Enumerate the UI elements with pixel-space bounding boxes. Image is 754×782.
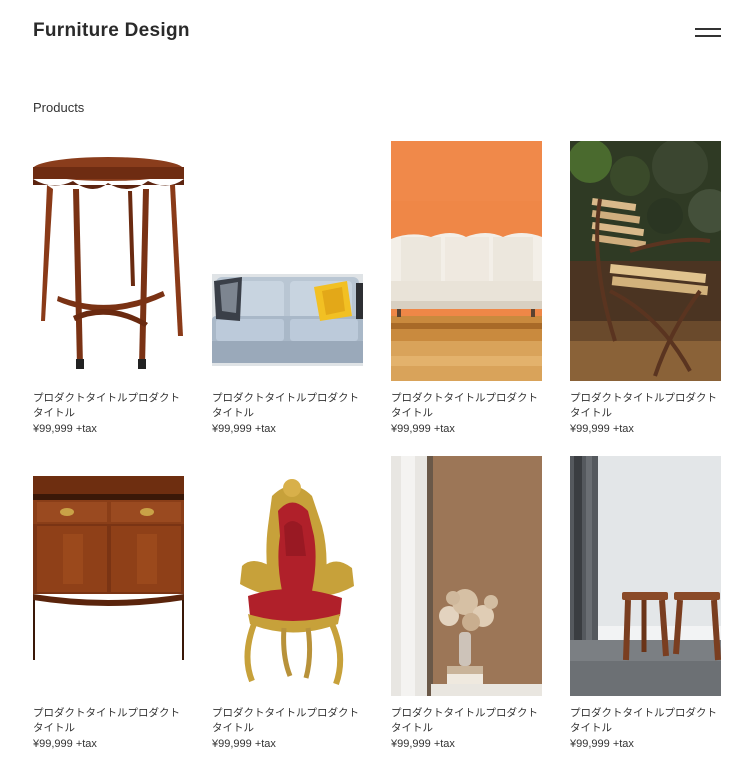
product-card[interactable]: プロダクトタイトルプロダクトタイトル ¥99,999 +tax (391, 141, 542, 436)
product-price: ¥99,999 +tax (212, 738, 276, 750)
product-image-wooden-side-table[interactable] (33, 141, 184, 381)
site-title[interactable]: Furniture Design (33, 20, 190, 42)
product-card[interactable]: プロダクトタイトルプロダクトタイトル ¥99,999 +tax (570, 141, 721, 436)
product-title[interactable]: プロダクトタイトルプロダクトタイトル (391, 706, 539, 736)
product-image-dried-flowers-vase[interactable] (391, 456, 542, 696)
product-price: ¥99,999 +tax (391, 738, 455, 750)
product-price: ¥99,999 +tax (212, 423, 276, 435)
product-price: ¥99,999 +tax (33, 423, 97, 435)
product-title[interactable]: プロダクトタイトルプロダクトタイトル (570, 391, 718, 421)
product-image-white-sofa-orange-wall[interactable] (391, 141, 542, 381)
section-title: Products (33, 100, 85, 115)
product-card[interactable]: プロダクトタイトルプロダクトタイトル ¥99,999 +tax (212, 456, 363, 751)
product-card[interactable]: プロダクトタイトルプロダクトタイトル ¥99,999 +tax (570, 456, 721, 751)
product-image-wooden-stools[interactable] (570, 456, 721, 696)
product-price: ¥99,999 +tax (570, 423, 634, 435)
product-title[interactable]: プロダクトタイトルプロダクトタイトル (212, 706, 360, 736)
product-grid: プロダクトタイトルプロダクトタイトル ¥99,999 +tax プロダクトタイト… (33, 141, 721, 751)
hamburger-menu-button[interactable] (695, 26, 721, 40)
product-image-wooden-garden-chair[interactable] (570, 141, 721, 381)
product-title[interactable]: プロダクトタイトルプロダクトタイトル (570, 706, 718, 736)
product-card[interactable]: プロダクトタイトルプロダクトタイトル ¥99,999 +tax (33, 141, 184, 436)
product-title[interactable]: プロダクトタイトルプロダクトタイトル (33, 391, 181, 421)
product-image-wooden-sideboard[interactable] (33, 456, 184, 696)
product-price: ¥99,999 +tax (33, 738, 97, 750)
product-image-light-blue-sofa[interactable] (212, 141, 363, 381)
product-card[interactable]: プロダクトタイトルプロダクトタイトル ¥99,999 +tax (391, 456, 542, 751)
product-title[interactable]: プロダクトタイトルプロダクトタイトル (212, 391, 360, 421)
hamburger-icon-line-bottom (695, 35, 721, 37)
product-title[interactable]: プロダクトタイトルプロダクトタイトル (33, 706, 181, 736)
hamburger-icon-line-top (695, 28, 721, 30)
product-image-gilded-throne-chair[interactable] (212, 456, 363, 696)
product-price: ¥99,999 +tax (391, 423, 455, 435)
product-price: ¥99,999 +tax (570, 738, 634, 750)
product-card[interactable]: プロダクトタイトルプロダクトタイトル ¥99,999 +tax (33, 456, 184, 751)
product-title[interactable]: プロダクトタイトルプロダクトタイトル (391, 391, 539, 421)
product-card[interactable]: プロダクトタイトルプロダクトタイトル ¥99,999 +tax (212, 141, 363, 436)
site-header: Furniture Design (33, 18, 721, 48)
